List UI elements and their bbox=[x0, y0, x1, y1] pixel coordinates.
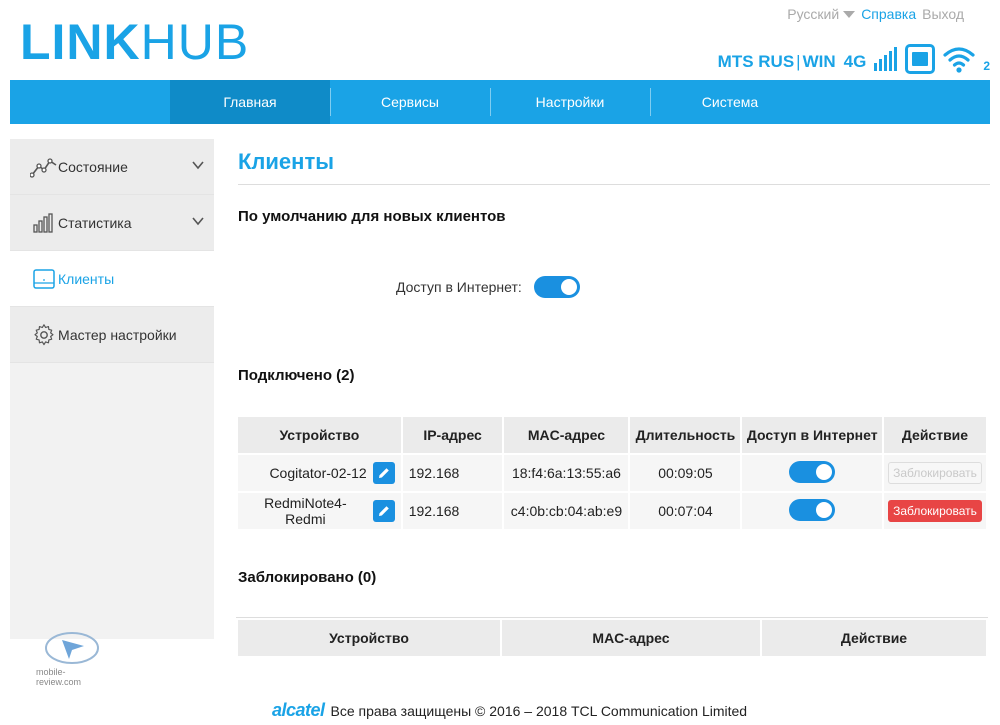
column-header: Действие bbox=[883, 417, 986, 453]
default-section-title: По умолчанию для новых клиентов bbox=[238, 208, 506, 225]
language-label: Русский bbox=[787, 6, 840, 22]
internet-access-cell bbox=[742, 455, 882, 491]
default-internet-toggle[interactable] bbox=[533, 276, 580, 298]
internet-access-label: Доступ в Интернет: bbox=[396, 279, 522, 295]
linkhub-logo: LINKHUB bbox=[20, 12, 249, 72]
operator-label: MTS RUS bbox=[717, 52, 795, 71]
chevron-down-icon bbox=[192, 161, 204, 170]
sidebar-item-statistics[interactable]: Статистика bbox=[10, 195, 214, 251]
sidebar-item-clients[interactable]: Клиенты bbox=[10, 251, 214, 307]
column-header: MAC-адрес bbox=[504, 417, 629, 453]
table-row: RedmiNote4-Redmi 192.168 c4:0b:cb:04:ab:… bbox=[238, 493, 986, 529]
column-header: Устройство bbox=[238, 417, 401, 453]
default-internet-access: Доступ в Интернет: bbox=[396, 276, 580, 298]
table-row: Cogitator-02-12 192.168 18:f4:6a:13:55:a… bbox=[238, 455, 986, 491]
watermark-logo-icon bbox=[45, 632, 99, 664]
gear-icon bbox=[30, 323, 58, 347]
operator-label-2: WIN bbox=[802, 52, 836, 71]
action-cell: Заблокировать bbox=[883, 493, 986, 529]
alcatel-logo: alcatel bbox=[272, 700, 325, 720]
column-header: Доступ в Интернет bbox=[742, 417, 882, 453]
wifi-icon bbox=[943, 47, 975, 73]
help-link[interactable]: Справка bbox=[861, 6, 916, 22]
internet-access-toggle[interactable] bbox=[789, 460, 836, 483]
logo-link-text: LINK bbox=[20, 14, 141, 70]
block-button[interactable]: Заблокировать bbox=[887, 462, 982, 484]
device-name: Cogitator-02-12 bbox=[269, 465, 367, 481]
pencil-icon bbox=[378, 506, 389, 516]
status-bar: MTS RUS | WIN 4G 2 bbox=[718, 40, 990, 76]
operator-separator: | bbox=[796, 52, 801, 71]
tab-system[interactable]: Система bbox=[650, 80, 810, 124]
main-content: Клиенты По умолчанию для новых клиентов … bbox=[236, 139, 990, 656]
device-cell: Cogitator-02-12 bbox=[238, 455, 401, 491]
column-header: Устройство bbox=[238, 620, 500, 656]
sidebar-item-label: Статистика bbox=[58, 214, 132, 231]
operator-name: MTS RUS | WIN bbox=[718, 52, 836, 76]
device-name: RedmiNote4-Redmi bbox=[264, 495, 347, 527]
caret-down-icon bbox=[843, 10, 856, 18]
blocked-clients-table: Устройство MAC-адрес Действие bbox=[236, 617, 988, 658]
blocked-section-title: Заблокировано (0) bbox=[238, 569, 377, 586]
tab-home[interactable]: Главная bbox=[170, 80, 330, 124]
sidebar-item-label: Состояние bbox=[58, 158, 128, 175]
ip-cell: 192.168 bbox=[402, 493, 503, 529]
bar-chart-icon bbox=[30, 211, 58, 235]
edit-device-button[interactable] bbox=[372, 462, 395, 484]
language-selector[interactable]: Русский bbox=[787, 6, 856, 22]
internet-access-toggle[interactable] bbox=[789, 498, 836, 521]
main-nav: Главная Сервисы Настройки Система bbox=[10, 80, 990, 124]
sidebar-item-status[interactable]: Состояние bbox=[10, 139, 214, 195]
wifi-client-count: 2 bbox=[983, 59, 990, 73]
footer: alcatel Все права защищены © 2016 – 2018… bbox=[272, 700, 747, 721]
sidebar-item-setup-wizard[interactable]: Мастер настройки bbox=[10, 307, 214, 363]
block-button[interactable]: Заблокировать bbox=[887, 500, 982, 522]
watermark: mobile-review.com bbox=[28, 630, 108, 687]
logo-hub-text: HUB bbox=[140, 14, 250, 70]
watermark-text: mobile-review.com bbox=[36, 667, 82, 687]
signal-strength-icon bbox=[874, 47, 898, 76]
duration-cell: 00:07:04 bbox=[630, 493, 741, 529]
column-header: Действие bbox=[762, 620, 986, 656]
pencil-icon bbox=[378, 468, 389, 478]
column-header: IP-адрес bbox=[402, 417, 503, 453]
chart-line-icon bbox=[30, 155, 58, 179]
ethernet-icon bbox=[905, 44, 936, 74]
page-title: Клиенты bbox=[238, 139, 990, 185]
top-links: Русский Справка Выход bbox=[787, 6, 964, 22]
column-header: Длительность bbox=[630, 417, 741, 453]
chevron-down-icon bbox=[192, 217, 204, 226]
connected-clients-table: Устройство IP-адрес MAC-адрес Длительнос… bbox=[236, 415, 988, 531]
internet-access-cell bbox=[742, 493, 882, 529]
column-header: MAC-адрес bbox=[502, 620, 760, 656]
network-type: 4G bbox=[843, 52, 867, 71]
mac-cell: 18:f4:6a:13:55:a6 bbox=[504, 455, 629, 491]
duration-cell: 00:09:05 bbox=[630, 455, 741, 491]
sidebar-item-label: Клиенты bbox=[58, 270, 115, 287]
logout-link[interactable]: Выход bbox=[922, 6, 964, 22]
connected-section-title: Подключено (2) bbox=[238, 367, 355, 384]
ip-cell: 192.168 bbox=[402, 455, 503, 491]
sidebar-item-label: Мастер настройки bbox=[58, 326, 177, 343]
action-cell: Заблокировать bbox=[883, 455, 986, 491]
tab-services[interactable]: Сервисы bbox=[330, 80, 490, 124]
sidebar: Состояние Статистика Клиенты Мастер наст… bbox=[10, 139, 214, 639]
device-cell: RedmiNote4-Redmi bbox=[238, 493, 401, 529]
copyright-text: Все права защищены © 2016 – 2018 TCL Com… bbox=[330, 702, 748, 719]
mac-cell: c4:0b:cb:04:ab:e9 bbox=[504, 493, 629, 529]
device-icon bbox=[30, 267, 58, 291]
tab-settings[interactable]: Настройки bbox=[490, 80, 650, 124]
edit-device-button[interactable] bbox=[372, 500, 395, 522]
